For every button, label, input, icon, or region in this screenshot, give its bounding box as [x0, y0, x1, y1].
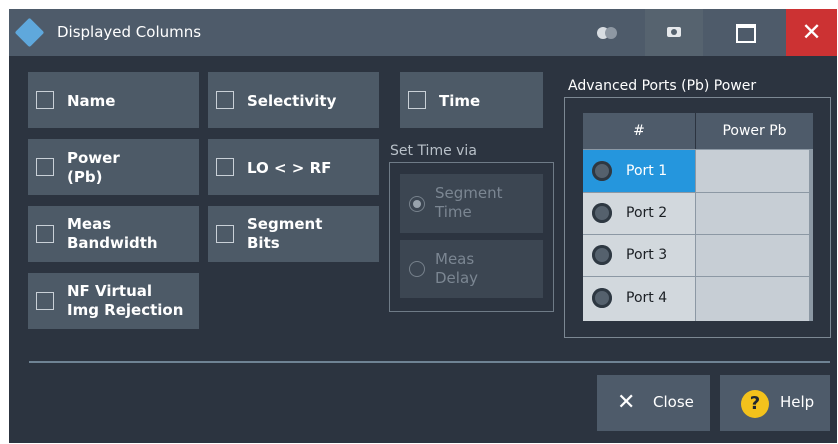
power-pb-cell-2[interactable]: [695, 192, 809, 234]
radio-label: Meas: [435, 250, 475, 268]
checkbox-label-line2: Bandwidth: [67, 234, 158, 252]
radio-label: Segment: [435, 184, 503, 202]
checkbox-time[interactable]: Time: [400, 72, 543, 128]
radio-dot-selected: [409, 196, 425, 212]
radio-segment-time[interactable]: Segment Time: [400, 174, 543, 233]
port-indicator-icon: [592, 161, 612, 181]
port-label: Port 2: [626, 205, 668, 221]
ports-table: # Power Pb Port 1 Port 2 Port 3 Port 4: [583, 113, 813, 321]
port-cell-3[interactable]: Port 3: [583, 234, 695, 276]
power-pb-cell-3[interactable]: [695, 234, 809, 276]
close-button[interactable]: ✕ Close: [597, 375, 710, 431]
checkbox-name[interactable]: Name: [28, 72, 199, 128]
help-button[interactable]: ? Help: [720, 375, 830, 431]
window-close-button[interactable]: ✕: [786, 9, 837, 56]
window-title: Displayed Columns: [57, 23, 202, 41]
column-header-number[interactable]: #: [583, 113, 695, 149]
column-header-power-pb[interactable]: Power Pb: [696, 113, 813, 149]
checkbox-box: [36, 158, 54, 176]
port-label: Port 4: [626, 290, 668, 306]
checkbox-box: [408, 91, 426, 109]
checkbox-box: [216, 158, 234, 176]
port-label: Port 3: [626, 247, 668, 263]
checkbox-label: Selectivity: [247, 92, 337, 110]
displayed-columns-dialog: Displayed Columns ✕ Name Power (Pb) Meas…: [9, 9, 837, 443]
checkbox-meas-bandwidth[interactable]: Meas Bandwidth: [28, 206, 199, 262]
help-button-label: Help: [780, 393, 815, 411]
power-pb-cell-4[interactable]: [695, 276, 809, 321]
checkbox-label: Meas: [67, 215, 112, 233]
port-cell-4[interactable]: Port 4: [583, 276, 695, 321]
screenshot-button[interactable]: [645, 9, 703, 56]
checkbox-label-line2: Bits: [247, 234, 280, 252]
port-indicator-icon: [592, 203, 612, 223]
checkbox-box: [36, 292, 54, 310]
checkbox-box: [216, 225, 234, 243]
checkbox-label: NF Virtual: [67, 282, 153, 300]
port-cell-1[interactable]: Port 1: [583, 149, 695, 192]
port-label: Port 1: [626, 163, 668, 179]
checkbox-nf-virtual-img-rejection[interactable]: NF Virtual Img Rejection: [28, 273, 199, 329]
toggle-transparency-icon[interactable]: [597, 27, 619, 39]
checkbox-label: Segment: [247, 215, 323, 233]
checkbox-box: [36, 225, 54, 243]
table-scrollbar[interactable]: [809, 149, 813, 321]
radio-label-line2: Delay: [435, 269, 479, 287]
checkbox-power-pb[interactable]: Power (Pb): [28, 139, 199, 195]
checkbox-segment-bits[interactable]: Segment Bits: [208, 206, 379, 262]
set-time-via-label: Set Time via: [390, 143, 477, 159]
radio-meas-delay[interactable]: Meas Delay: [400, 240, 543, 298]
radio-dot: [409, 261, 425, 277]
divider: [29, 361, 830, 363]
title-bar: Displayed Columns ✕: [9, 9, 837, 56]
help-icon: ?: [741, 390, 769, 418]
radio-label-line2: Time: [435, 203, 472, 221]
port-indicator-icon: [592, 288, 612, 308]
checkbox-label: Name: [67, 92, 116, 110]
close-button-label: Close: [653, 393, 694, 411]
checkbox-label-line2: (Pb): [67, 168, 103, 186]
checkbox-box: [36, 91, 54, 109]
port-indicator-icon: [592, 245, 612, 265]
checkbox-label: Power: [67, 149, 120, 167]
port-cell-2[interactable]: Port 2: [583, 192, 695, 234]
advanced-ports-title: Advanced Ports (Pb) Power: [568, 78, 757, 94]
checkbox-label-line2: Img Rejection: [67, 301, 184, 319]
close-icon: ✕: [617, 390, 636, 415]
checkbox-label: Time: [439, 92, 481, 110]
checkbox-label: LO < > RF: [247, 159, 332, 177]
checkbox-lo-rf[interactable]: LO < > RF: [208, 139, 379, 195]
checkbox-box: [216, 91, 234, 109]
maximize-button[interactable]: [736, 24, 756, 43]
rohde-schwarz-logo-icon: [14, 17, 45, 48]
checkbox-selectivity[interactable]: Selectivity: [208, 72, 379, 128]
power-pb-cell-1[interactable]: [695, 149, 809, 192]
